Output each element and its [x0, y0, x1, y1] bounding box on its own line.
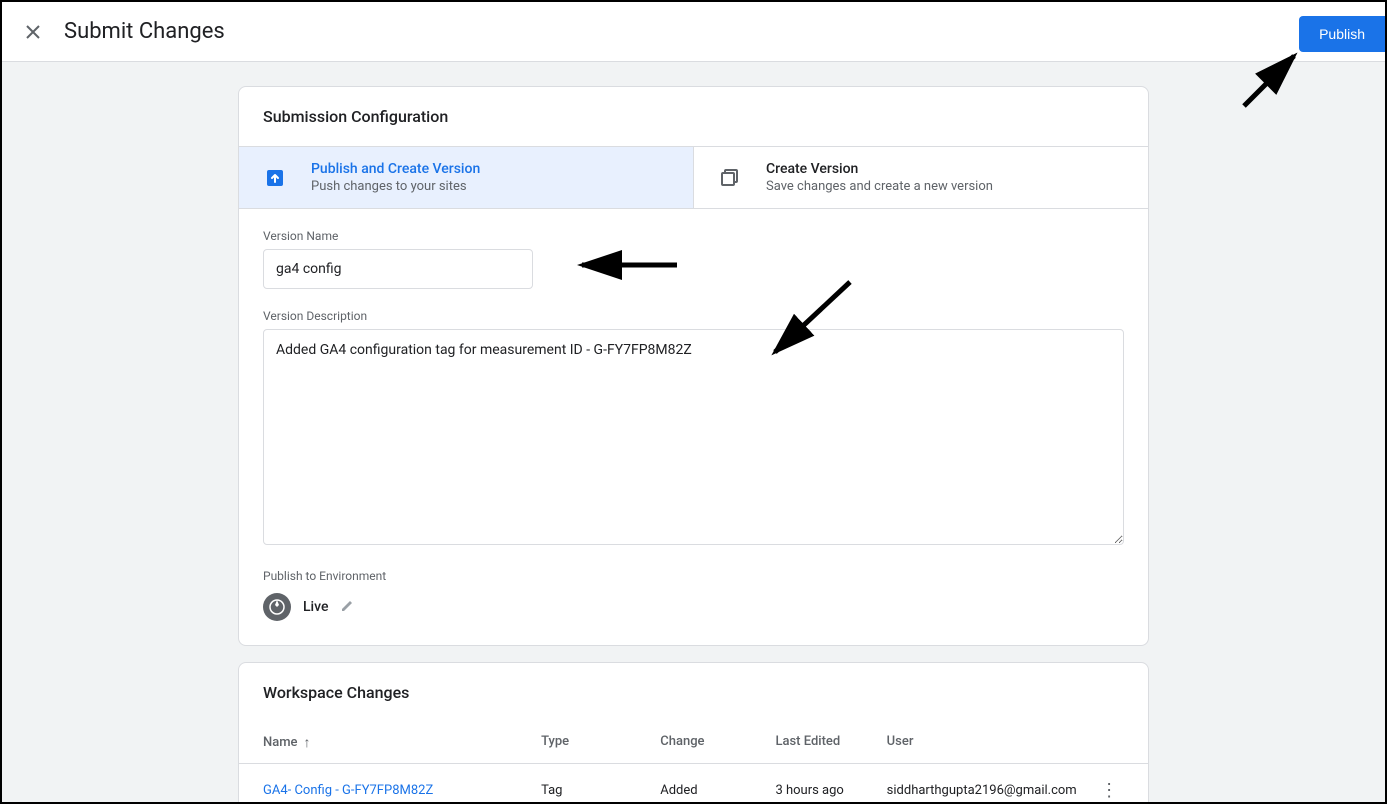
- tab-publish-create-version[interactable]: Publish and Create Version Push changes …: [239, 147, 694, 208]
- environment-icon: [263, 593, 291, 621]
- close-icon: [26, 25, 40, 39]
- table-header: Name ↑ Type Change Last Edited User: [239, 722, 1148, 764]
- pencil-icon: [340, 599, 354, 613]
- tab-subtitle: Push changes to your sites: [311, 179, 480, 194]
- publish-upload-icon: [263, 166, 287, 190]
- column-last-edited[interactable]: Last Edited: [775, 734, 886, 751]
- change-item-type: Tag: [541, 783, 660, 798]
- create-version-icon: [718, 166, 742, 190]
- publish-env-label: Publish to Environment: [263, 569, 1124, 583]
- version-description-label: Version Description: [263, 309, 1124, 323]
- page-title: Submit Changes: [64, 19, 225, 44]
- submission-config-title: Submission Configuration: [239, 87, 1148, 146]
- change-item-change: Added: [660, 783, 775, 798]
- column-user[interactable]: User: [887, 734, 1101, 751]
- tab-title: Publish and Create Version: [311, 161, 480, 177]
- edit-environment-button[interactable]: [340, 598, 354, 617]
- column-type[interactable]: Type: [541, 734, 660, 751]
- version-name-input[interactable]: [263, 249, 533, 289]
- tab-subtitle: Save changes and create a new version: [766, 179, 993, 194]
- workspace-changes-title: Workspace Changes: [239, 663, 1148, 722]
- change-item-user: siddharthgupta2196@gmail.com: [887, 783, 1101, 798]
- version-name-label: Version Name: [263, 229, 1124, 243]
- table-row: GA4- Config - G-FY7FP8M82Z Tag Added 3 h…: [239, 764, 1148, 802]
- close-button[interactable]: [26, 25, 40, 39]
- sort-arrow-icon: ↑: [304, 734, 311, 751]
- change-item-name[interactable]: GA4- Config - G-FY7FP8M82Z: [263, 783, 541, 798]
- column-name[interactable]: Name ↑: [263, 734, 541, 751]
- tab-create-version[interactable]: Create Version Save changes and create a…: [694, 147, 1148, 208]
- row-more-menu[interactable]: ⋮: [1100, 780, 1124, 801]
- environment-name: Live: [303, 599, 328, 615]
- column-change[interactable]: Change: [660, 734, 775, 751]
- tab-title: Create Version: [766, 161, 993, 177]
- change-item-edited: 3 hours ago: [775, 783, 886, 798]
- publish-button[interactable]: Publish: [1299, 16, 1385, 52]
- version-description-input[interactable]: [263, 329, 1124, 545]
